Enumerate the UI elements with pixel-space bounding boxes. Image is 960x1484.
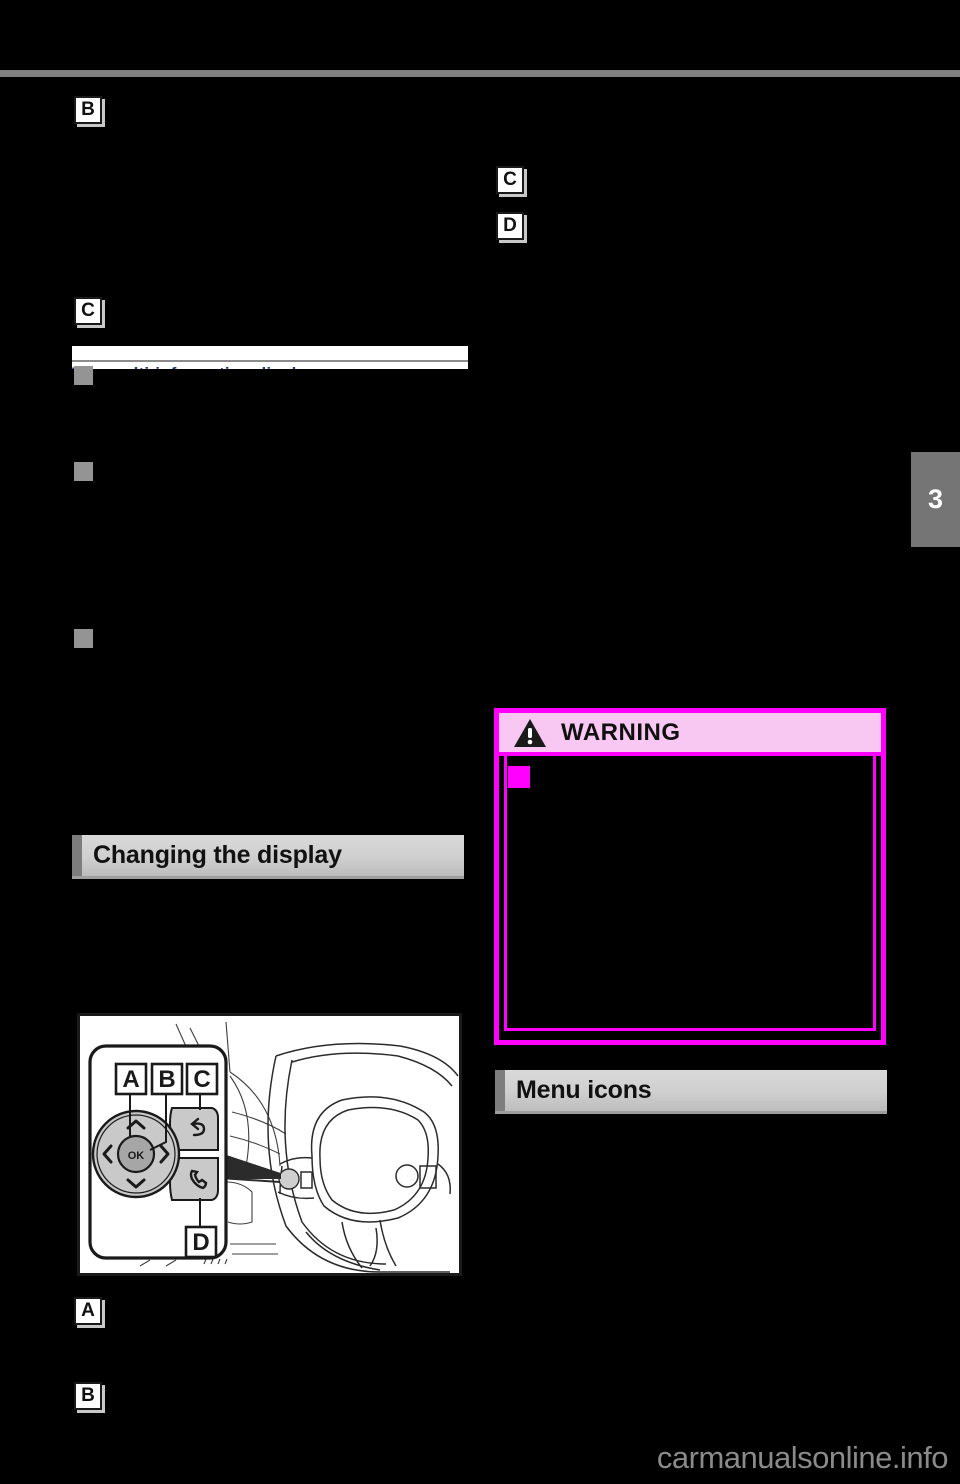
figure-callout-d: D (192, 1229, 209, 1256)
section-title-label: Changing the display (93, 841, 342, 869)
ok-button-label: OK (128, 1150, 145, 1162)
chapter-tab-number: 3 (927, 484, 944, 514)
warning-inner-rule-bottom (504, 1028, 876, 1031)
chapter-tab-3: 3 (911, 452, 960, 547)
warning-body (499, 756, 881, 1036)
subheading-divider (72, 346, 468, 364)
warning-title: WARNING (561, 718, 681, 746)
section-title-changing-the-display: Changing the display (72, 835, 464, 879)
warning-inner-rule-left (504, 756, 507, 1031)
steering-wheel-switch-illustration: OK A B C D (77, 1013, 462, 1276)
site-watermark: carmanualsonline.info (656, 1440, 949, 1475)
callout-badge-c-right: C (496, 166, 524, 194)
warning-bullet (508, 766, 530, 788)
section-accent-bar-menu-icons (495, 1070, 505, 1111)
subheading-redaction-mask (72, 369, 470, 389)
section-title-menu-icons: Menu icons (495, 1070, 887, 1114)
manual-page: B C The multi-information display Changi… (0, 0, 960, 1484)
callout-badge-a-figure: A (74, 1297, 102, 1325)
square-bullet-subsection-1 (74, 462, 93, 481)
square-bullet-subsection-2 (74, 629, 93, 648)
warning-header: WARNING (499, 713, 881, 756)
subheading-divider-rule (72, 360, 468, 362)
callout-badge-b-top: B (74, 96, 102, 124)
warning-box: WARNING (494, 708, 886, 1045)
callout-badge-b-figure: B (74, 1382, 102, 1410)
figure-callout-b: B (158, 1066, 175, 1093)
page-top-rule (0, 70, 960, 77)
steering-wheel-figure-svg: OK A B C D (80, 1016, 459, 1273)
section-title-label-menu-icons: Menu icons (516, 1076, 652, 1104)
callout-badge-c-left: C (74, 297, 102, 325)
figure-callout-c: C (193, 1066, 210, 1093)
figure-callout-a: A (122, 1066, 139, 1093)
warning-triangle-icon (514, 718, 546, 747)
callout-badge-d-right: D (496, 212, 524, 240)
subheading-square-bullet (74, 366, 93, 385)
section-accent-bar (72, 835, 82, 876)
warning-inner-rule-right (873, 756, 876, 1031)
